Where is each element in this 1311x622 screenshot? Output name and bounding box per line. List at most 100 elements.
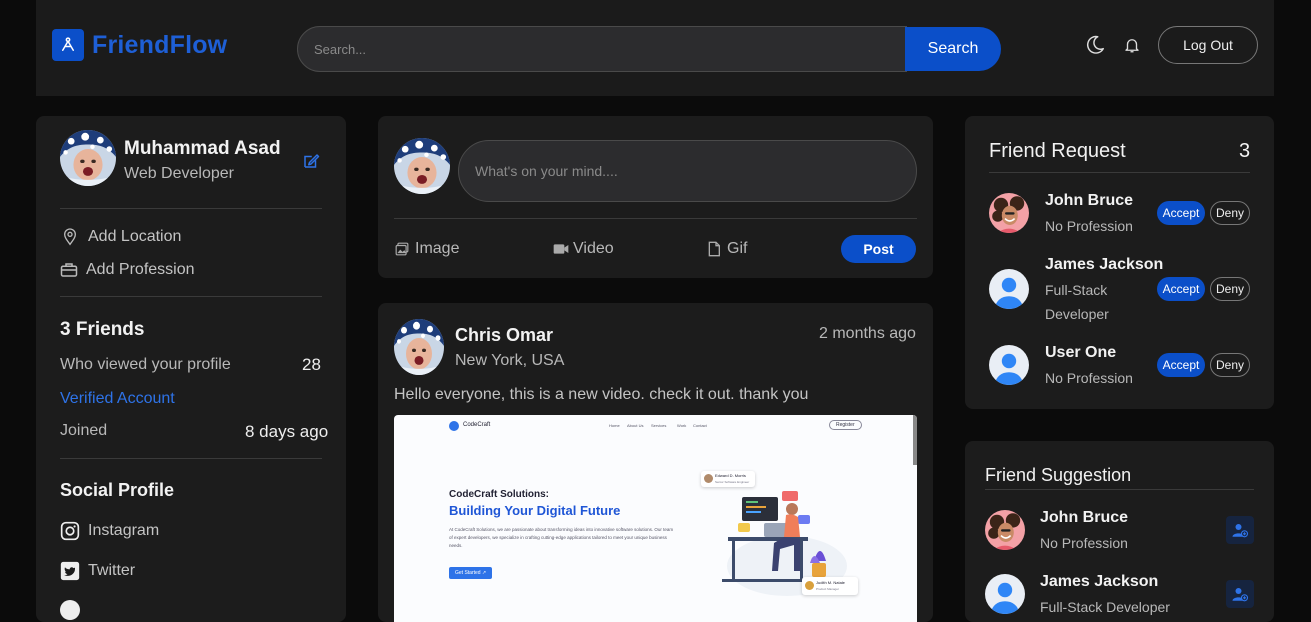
friends-count[interactable]: 3 Friends <box>60 319 144 341</box>
joined-value: 8 days ago <box>245 422 329 441</box>
accept-button-3[interactable]: Accept <box>1157 353 1205 377</box>
preview-nav-services: Services <box>651 423 667 428</box>
media-scrollbar[interactable] <box>913 415 917 465</box>
twitter-icon <box>60 561 80 581</box>
friend-requests-card: Friend Request 3 John Bruce No Professio… <box>965 116 1274 409</box>
friend-requests-title: Friend Request <box>989 140 1126 162</box>
video-label: Video <box>573 240 614 257</box>
composer-input[interactable]: What's on your mind.... <box>458 140 917 202</box>
image-label: Image <box>415 240 460 257</box>
search-input[interactable] <box>297 26 907 72</box>
gif-file-icon <box>708 241 720 257</box>
request-profession-1: No Profession <box>1045 218 1133 234</box>
suggestion-profession-2: Full-Stack Developer <box>1040 599 1170 615</box>
accept-button-2[interactable]: Accept <box>1157 277 1205 301</box>
deny-button-2[interactable]: Deny <box>1210 277 1250 301</box>
divider <box>989 172 1250 173</box>
suggestion-profession-1: No Profession <box>1040 535 1128 551</box>
suggestion-avatar-1[interactable] <box>985 510 1025 550</box>
preview-cta: Get Started ↗ <box>449 567 493 579</box>
friend-suggestions-title: Friend Suggestion <box>985 465 1132 485</box>
add-gif-button[interactable]: Gif <box>707 240 747 258</box>
request-profession-3: No Profession <box>1045 370 1133 386</box>
add-friend-button-2[interactable] <box>1226 580 1254 608</box>
dark-mode-icon[interactable] <box>1084 33 1106 57</box>
badge-1-avatar <box>704 474 713 483</box>
deny-button-1[interactable]: Deny <box>1210 201 1250 225</box>
brand-icon <box>52 29 84 61</box>
edit-profile-icon[interactable] <box>302 152 320 170</box>
preview-nav-home: Home <box>609 423 620 428</box>
suggestion-name-1[interactable]: John Bruce <box>1040 509 1128 527</box>
brand-name: FriendFlow <box>92 30 228 59</box>
divider <box>985 489 1254 490</box>
social-link-instagram[interactable]: Instagram <box>88 522 159 540</box>
codecraft-logo-icon <box>449 421 459 431</box>
add-user-icon <box>1232 524 1249 538</box>
brand-logo[interactable]: FriendFlow <box>52 29 227 61</box>
preview-register: Register <box>829 420 862 430</box>
friend-suggestions-card: Friend Suggestion John Bruce No Professi… <box>965 441 1274 622</box>
request-avatar-3[interactable] <box>989 345 1029 385</box>
badge-2-role: Product Manager <box>816 587 840 591</box>
top-navbar: FriendFlow Search Log Out <box>36 0 1274 96</box>
preview-body: At CodeCraft Solutions, we are passionat… <box>449 527 674 548</box>
verified-account-link[interactable]: Verified Account <box>60 390 175 408</box>
search-button[interactable]: Search <box>905 27 1001 71</box>
preview-brand: CodeCraft <box>463 422 491 428</box>
profile-title: Web Developer <box>124 165 234 182</box>
add-location-link[interactable]: Add Location <box>88 228 181 246</box>
add-video-button[interactable]: Video <box>553 240 614 258</box>
add-profession-link[interactable]: Add Profession <box>86 261 195 279</box>
notification-bell-icon[interactable] <box>1123 35 1141 55</box>
briefcase-icon <box>60 263 78 277</box>
instagram-icon <box>60 521 80 541</box>
preview-badge-2: Judith M. Natale Product Manager <box>802 577 858 595</box>
badge-1-role: Senior Software Engineer <box>715 480 750 484</box>
profile-card: Muhammad Asad Web Developer Add Location… <box>36 116 346 622</box>
badge-1-name: Edward D. Morris <box>715 473 746 478</box>
add-friend-button-1[interactable] <box>1226 516 1254 544</box>
suggestion-avatar-2[interactable] <box>985 574 1025 614</box>
request-profession-2: Full-Stack <box>1045 282 1108 298</box>
preview-headline: Building Your Digital Future <box>449 503 621 518</box>
post-author-name[interactable]: Chris Omar <box>455 325 553 346</box>
request-avatar-2[interactable] <box>989 269 1029 309</box>
add-user-icon <box>1232 588 1249 602</box>
divider <box>394 218 917 219</box>
request-name-1[interactable]: John Bruce <box>1045 192 1133 210</box>
divider <box>60 208 322 209</box>
composer-avatar <box>394 138 450 194</box>
request-name-2[interactable]: James Jackson <box>1045 256 1163 274</box>
post-button[interactable]: Post <box>841 235 916 263</box>
logout-button[interactable]: Log Out <box>1158 26 1258 64</box>
preview-nav-work: Work <box>677 423 687 428</box>
post-media[interactable]: CodeCraft Home About Us Services Work Co… <box>394 415 917 622</box>
video-icon <box>553 244 569 254</box>
joined-label: Joined <box>60 422 108 439</box>
friend-requests-count: 3 <box>1239 140 1251 162</box>
deny-button-3[interactable]: Deny <box>1210 353 1250 377</box>
profile-avatar[interactable] <box>60 130 116 186</box>
profile-views-count: 28 <box>302 355 321 374</box>
request-name-3[interactable]: User One <box>1045 344 1116 362</box>
add-image-button[interactable]: Image <box>395 240 459 258</box>
gif-label: Gif <box>727 240 748 257</box>
preview-badge-1: Edward D. Morris Senior Software Enginee… <box>701 471 755 487</box>
badge-2-name: Judith M. Natale <box>816 580 845 585</box>
suggestion-name-2[interactable]: James Jackson <box>1040 573 1158 591</box>
accept-button-1[interactable]: Accept <box>1157 201 1205 225</box>
post-author-avatar[interactable] <box>394 319 444 375</box>
divider <box>60 296 322 297</box>
location-icon <box>63 228 77 246</box>
request-avatar-1[interactable] <box>989 193 1029 233</box>
divider <box>60 458 322 459</box>
social-link-twitter[interactable]: Twitter <box>88 562 135 580</box>
social-profile-title: Social Profile <box>60 480 175 500</box>
preview-kicker: CodeCraft Solutions: <box>449 489 549 500</box>
feed-post: Chris Omar New York, USA 2 months ago He… <box>378 303 933 622</box>
post-text: Hello everyone, this is a new video. che… <box>394 386 809 403</box>
profile-name: Muhammad Asad <box>124 138 281 159</box>
post-time: 2 months ago <box>819 325 916 342</box>
request-profession-2-cont: Developer <box>1045 306 1109 322</box>
